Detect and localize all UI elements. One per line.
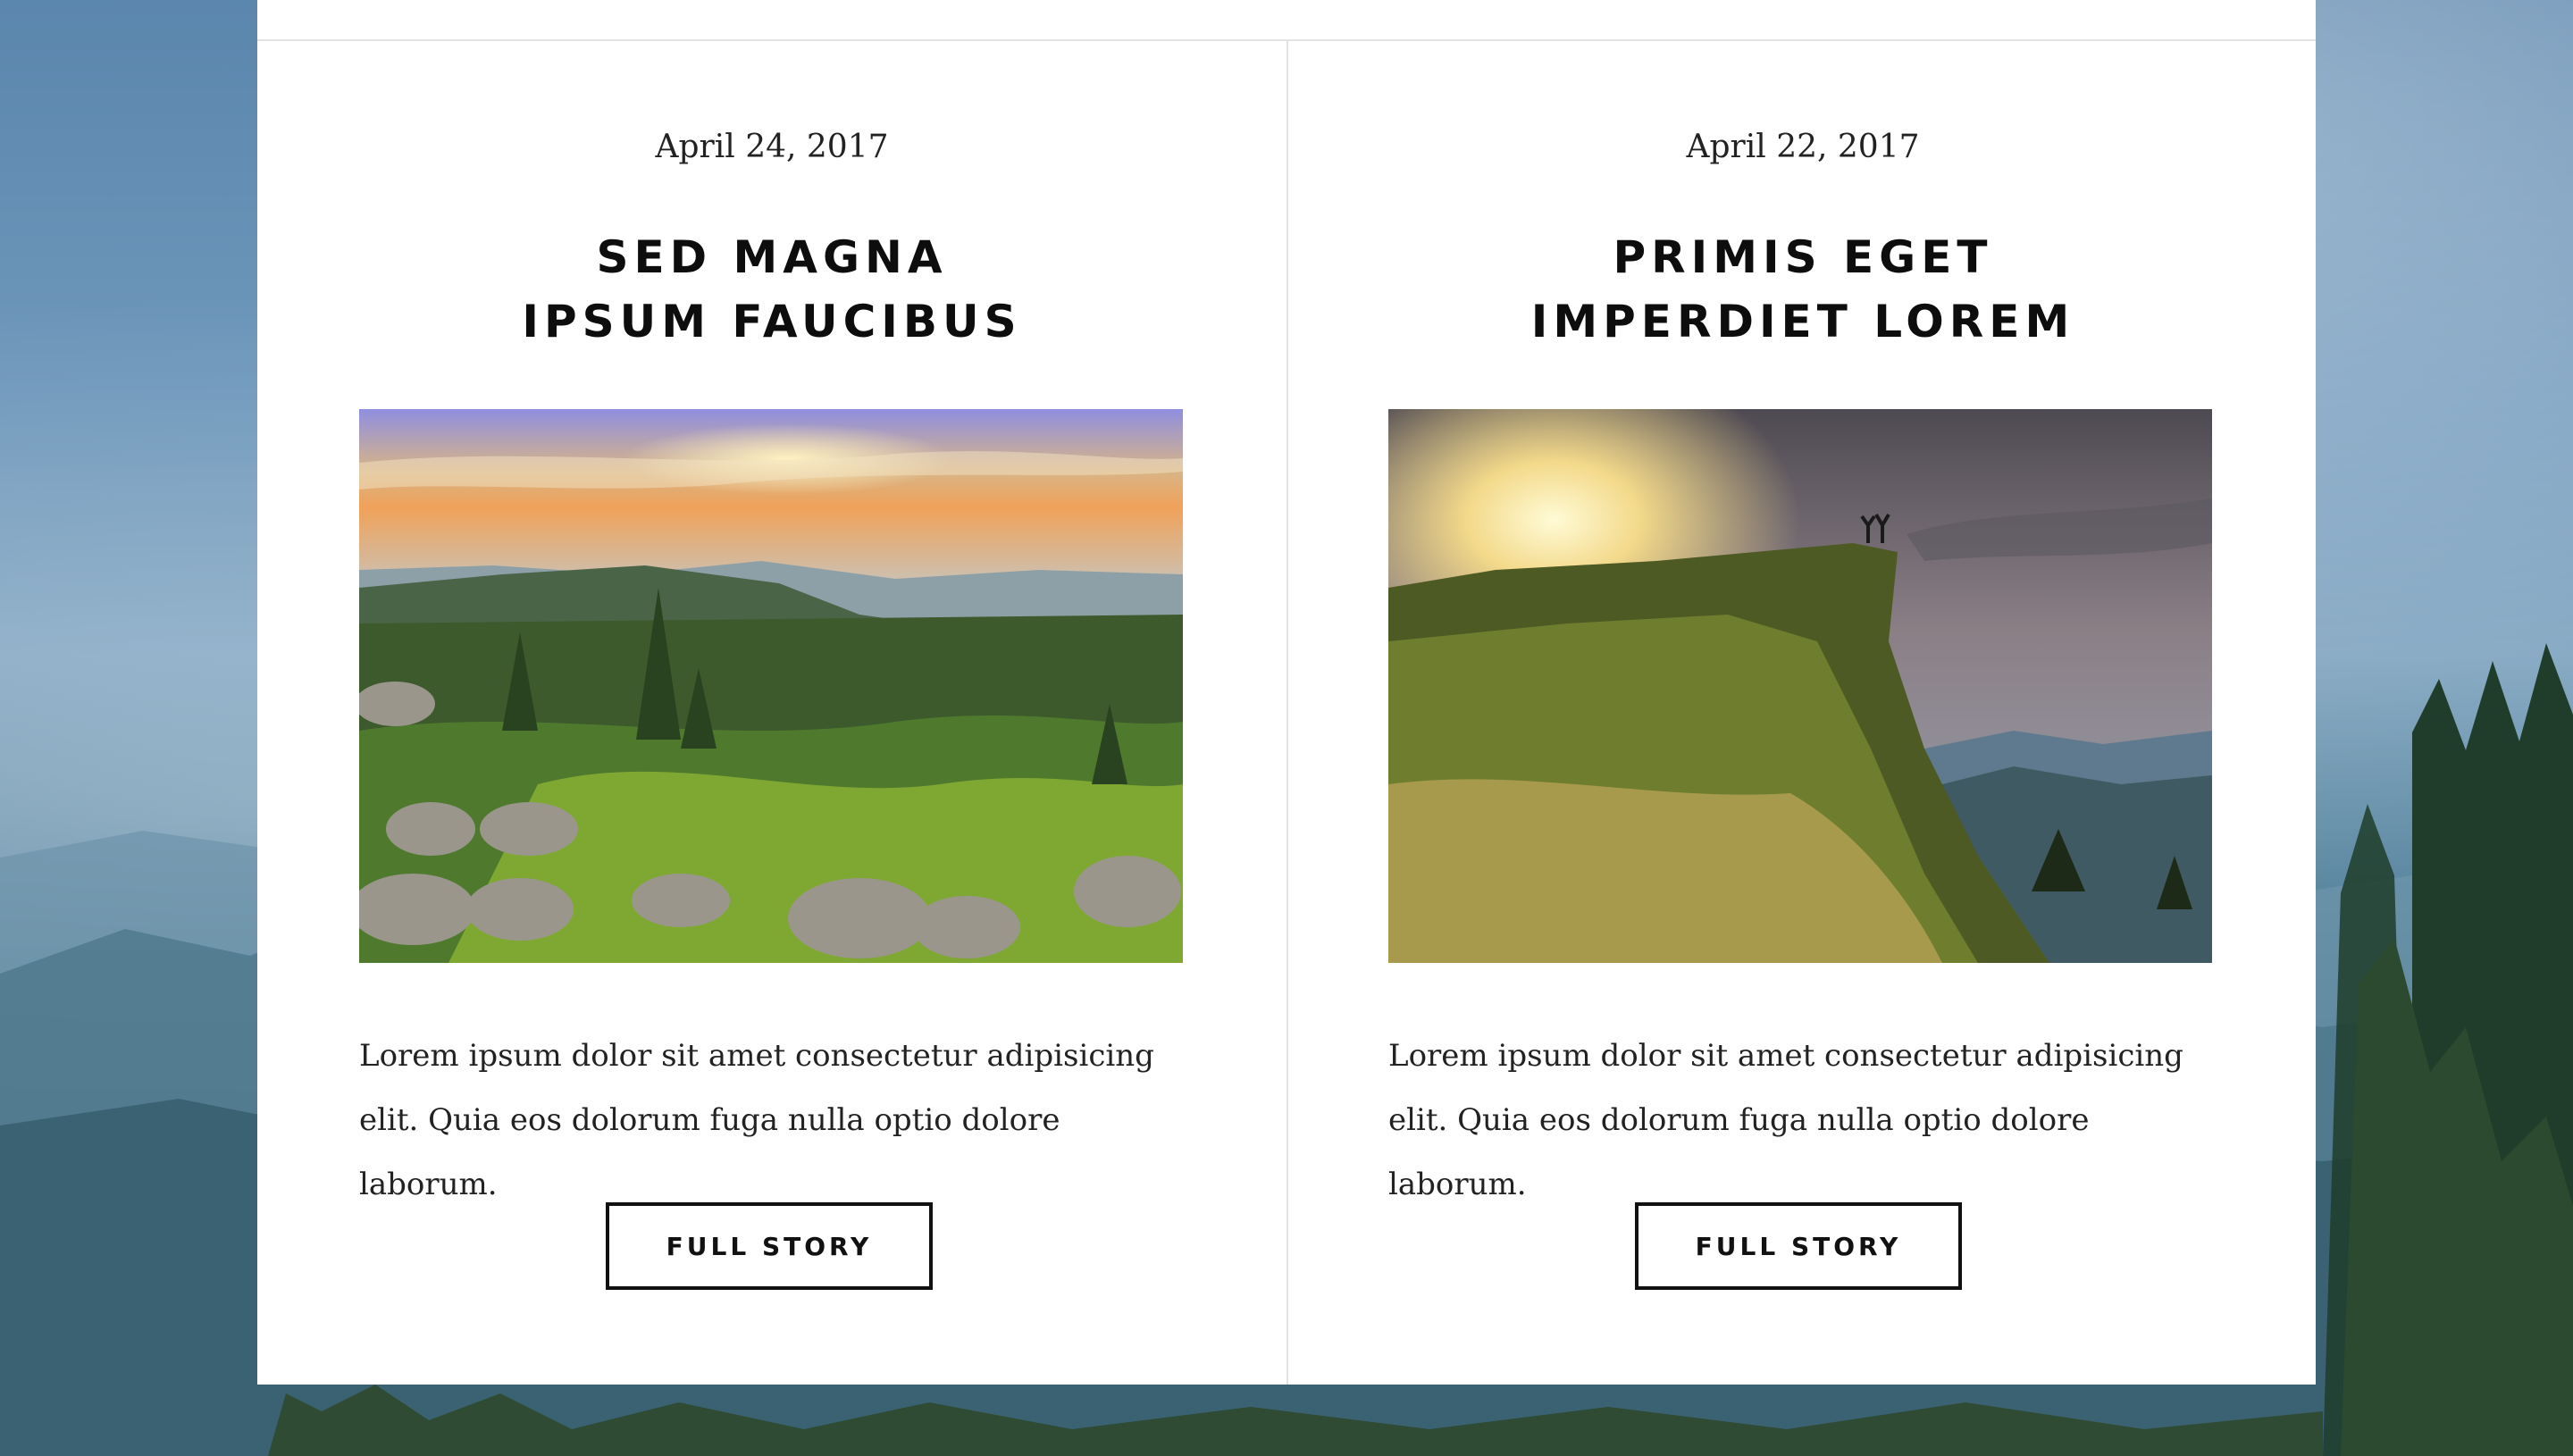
blog-posts-panel: April 24, 2017 SED MAGNA IPSUM FAUCIBUS (257, 0, 2316, 1385)
post-image-forest-sunset[interactable] (359, 409, 1183, 963)
post-title[interactable]: PRIMIS EGET IMPERDIET LOREM (1288, 225, 2317, 354)
cliff-sunrise-illustration (1388, 409, 2212, 963)
post-excerpt: Lorem ipsum dolor sit amet consectetur a… (1388, 1038, 2183, 1202)
post-card-2: April 22, 2017 PRIMIS EGET IMPERDIET LOR… (1288, 41, 2317, 1385)
post-image-cliff-sunrise[interactable] (1388, 409, 2212, 963)
post-title[interactable]: SED MAGNA IPSUM FAUCIBUS (257, 225, 1286, 354)
post-card-1: April 24, 2017 SED MAGNA IPSUM FAUCIBUS (257, 41, 1286, 1385)
post-date: April 22, 2017 (1686, 129, 1920, 165)
forest-sunset-illustration (359, 409, 1183, 963)
post-date: April 24, 2017 (655, 129, 889, 165)
post-excerpt: Lorem ipsum dolor sit amet consectetur a… (359, 1038, 1154, 1202)
full-story-button[interactable]: FULL STORY (1635, 1202, 1962, 1290)
full-story-button[interactable]: FULL STORY (606, 1202, 933, 1290)
